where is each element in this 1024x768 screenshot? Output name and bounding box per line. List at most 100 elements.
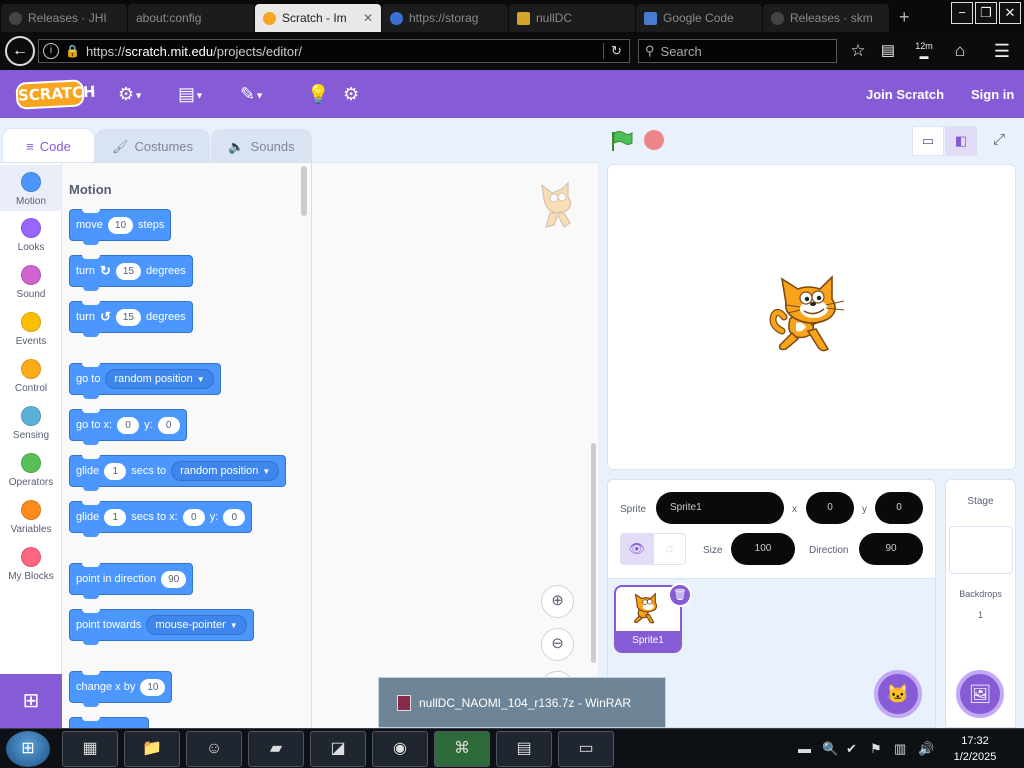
category-events[interactable]: Events bbox=[0, 312, 62, 347]
block-turn-right[interactable]: turn ↻ 15 degrees bbox=[69, 255, 193, 291]
small-stage-icon[interactable]: ▭ bbox=[912, 126, 944, 156]
x-change-input[interactable]: 10 bbox=[140, 678, 166, 696]
trash-icon[interactable]: 🗑 bbox=[668, 583, 692, 607]
category-motion[interactable]: Motion bbox=[0, 165, 62, 211]
file-explorer-icon[interactable]: 📁 bbox=[124, 731, 180, 767]
taskbar-app-icon[interactable]: ⌘ bbox=[434, 731, 490, 767]
taskbar-app-icon[interactable]: ▦ bbox=[62, 731, 118, 767]
home-icon[interactable]: ⌂ bbox=[948, 41, 972, 61]
winrar-taskbar-icon[interactable]: ▤ bbox=[496, 731, 552, 767]
minimize-icon[interactable]: − bbox=[951, 2, 973, 24]
direction-input[interactable]: 90 bbox=[161, 570, 187, 588]
tab-code[interactable]: ≡ Code bbox=[2, 128, 95, 163]
block-partial[interactable] bbox=[69, 717, 149, 728]
category-control[interactable]: Control bbox=[0, 359, 62, 394]
reader-list-icon[interactable]: ▤ bbox=[876, 41, 900, 61]
palette-scrollbar[interactable] bbox=[301, 166, 307, 216]
sprite-tile[interactable]: Sprite1 🗑 bbox=[614, 583, 692, 653]
scratch-cat-sprite[interactable] bbox=[768, 273, 854, 363]
size-field[interactable]: 100 bbox=[731, 533, 795, 565]
stage-canvas[interactable] bbox=[607, 164, 1016, 470]
settings-gear-icon[interactable]: ⚙▼ bbox=[118, 84, 143, 105]
block-point-in-direction[interactable]: point in direction 90 bbox=[69, 563, 194, 599]
tutorials-lightbulb-icon[interactable]: 💡 bbox=[307, 84, 329, 104]
category-my-blocks[interactable]: My Blocks bbox=[0, 547, 62, 582]
y-input[interactable]: 0 bbox=[223, 508, 246, 526]
block-change-x[interactable]: change x by 10 bbox=[69, 671, 173, 707]
tab-sounds[interactable]: 🔈 Sounds bbox=[211, 129, 312, 163]
pocket-timer-icon[interactable]: 12m ▬ bbox=[912, 41, 936, 61]
normal-stage-icon[interactable]: ◧ bbox=[945, 126, 977, 156]
browser-tab[interactable]: Releases · JHI bbox=[1, 4, 127, 32]
target-dropdown[interactable]: mouse-pointer ▼ bbox=[146, 615, 247, 635]
x-input[interactable]: 0 bbox=[182, 508, 205, 526]
scratch-logo[interactable]: SCRATCH bbox=[15, 79, 96, 110]
browser-tab-active[interactable]: Scratch - Im ✕ bbox=[255, 4, 381, 32]
block-glide-xy[interactable]: glide 1 secs to x: 0 y: 0 bbox=[69, 501, 253, 537]
windows-start-icon[interactable]: ⊞ bbox=[6, 731, 50, 767]
secs-input[interactable]: 1 bbox=[104, 462, 127, 480]
x-input[interactable]: 0 bbox=[117, 416, 140, 434]
direction-field[interactable]: 90 bbox=[859, 533, 923, 565]
stage-target-pane[interactable]: Stage Backdrops 1 🖼 bbox=[945, 479, 1016, 728]
block-glide-to[interactable]: glide 1 secs to random position ▼ bbox=[69, 455, 287, 491]
target-dropdown[interactable]: random position ▼ bbox=[171, 461, 280, 481]
maximize-icon[interactable]: ❐ bbox=[975, 2, 997, 24]
file-menu-icon[interactable]: ▤▼ bbox=[178, 84, 204, 105]
close-window-icon[interactable]: ✕ bbox=[999, 2, 1021, 24]
volume-icon[interactable]: 🔊 bbox=[918, 741, 934, 757]
taskbar-app-icon[interactable]: ▭ bbox=[558, 731, 614, 767]
block-point-towards[interactable]: point towards mouse-pointer ▼ bbox=[69, 609, 254, 645]
zoom-in-icon[interactable]: ⊕ bbox=[541, 585, 574, 618]
category-sensing[interactable]: Sensing bbox=[0, 406, 62, 441]
browser-tab[interactable]: Google Code bbox=[636, 4, 762, 32]
taskbar-app-icon[interactable]: ▰ bbox=[248, 731, 304, 767]
steps-input[interactable]: 10 bbox=[107, 216, 134, 234]
stage-thumbnail[interactable] bbox=[949, 526, 1013, 574]
security-icon[interactable]: ✔ bbox=[846, 741, 857, 757]
block-move-steps[interactable]: move 10 steps bbox=[69, 209, 172, 245]
flag-icon[interactable]: ⚑ bbox=[870, 741, 882, 757]
y-position-field[interactable]: 0 bbox=[875, 492, 923, 524]
reload-icon[interactable]: ↻ bbox=[603, 43, 629, 59]
block-turn-left[interactable]: turn ↺ 15 degrees bbox=[69, 301, 193, 337]
sign-in-link[interactable]: Sign in bbox=[971, 87, 1014, 102]
new-tab-icon[interactable]: + bbox=[889, 7, 920, 32]
close-tab-icon[interactable]: ✕ bbox=[363, 11, 373, 25]
back-icon[interactable]: ← bbox=[5, 36, 35, 66]
zoom-out-icon[interactable]: ⊖ bbox=[541, 628, 574, 661]
keyboard-icon[interactable]: ▬ bbox=[798, 741, 811, 756]
chrome-icon[interactable]: ◉ bbox=[372, 731, 428, 767]
add-extension-icon[interactable]: ⊞ bbox=[0, 674, 62, 728]
debug-icon[interactable]: ⚙ bbox=[343, 84, 359, 104]
workspace-scrollbar[interactable] bbox=[591, 443, 596, 663]
hamburger-menu-icon[interactable]: ☰ bbox=[990, 41, 1014, 61]
browser-tab[interactable]: nullDC bbox=[509, 4, 635, 32]
choose-sprite-icon[interactable]: 🐱 bbox=[874, 670, 922, 718]
target-dropdown[interactable]: random position ▼ bbox=[105, 369, 214, 389]
browser-tab[interactable]: Releases · skm bbox=[763, 4, 889, 32]
lock-icon[interactable]: 🔒 bbox=[65, 44, 80, 58]
script-workspace[interactable]: ⊕ ⊖ bbox=[311, 162, 598, 728]
category-sound[interactable]: Sound bbox=[0, 265, 62, 300]
category-variables[interactable]: Variables bbox=[0, 500, 62, 535]
browser-tab[interactable]: https://storag bbox=[382, 4, 508, 32]
join-scratch-link[interactable]: Join Scratch bbox=[866, 87, 944, 102]
fullscreen-icon[interactable]: ⤢ bbox=[983, 126, 1015, 156]
choose-backdrop-icon[interactable]: 🖼 bbox=[956, 670, 1004, 718]
y-input[interactable]: 0 bbox=[157, 416, 180, 434]
taskbar-app-icon[interactable]: ◪ bbox=[310, 731, 366, 767]
sprite-name-field[interactable]: Sprite1 bbox=[656, 492, 784, 524]
category-operators[interactable]: Operators bbox=[0, 453, 62, 488]
tab-costumes[interactable]: 🖌 Costumes bbox=[95, 129, 210, 163]
taskbar-app-icon[interactable]: ☺ bbox=[186, 731, 242, 767]
degrees-input[interactable]: 15 bbox=[115, 262, 141, 280]
info-icon[interactable]: i bbox=[43, 43, 59, 59]
taskbar-preview-popup[interactable]: nullDC_NAOMI_104_r136.7z - WinRAR bbox=[378, 677, 666, 728]
hide-eye-icon[interactable]: ◌ bbox=[652, 534, 686, 564]
block-go-to-xy[interactable]: go to x: 0 y: 0 bbox=[69, 409, 187, 445]
bookmark-star-icon[interactable]: ☆ bbox=[846, 41, 870, 61]
degrees-input[interactable]: 15 bbox=[115, 308, 141, 326]
x-position-field[interactable]: 0 bbox=[806, 492, 854, 524]
block-go-to[interactable]: go to random position ▼ bbox=[69, 363, 221, 399]
